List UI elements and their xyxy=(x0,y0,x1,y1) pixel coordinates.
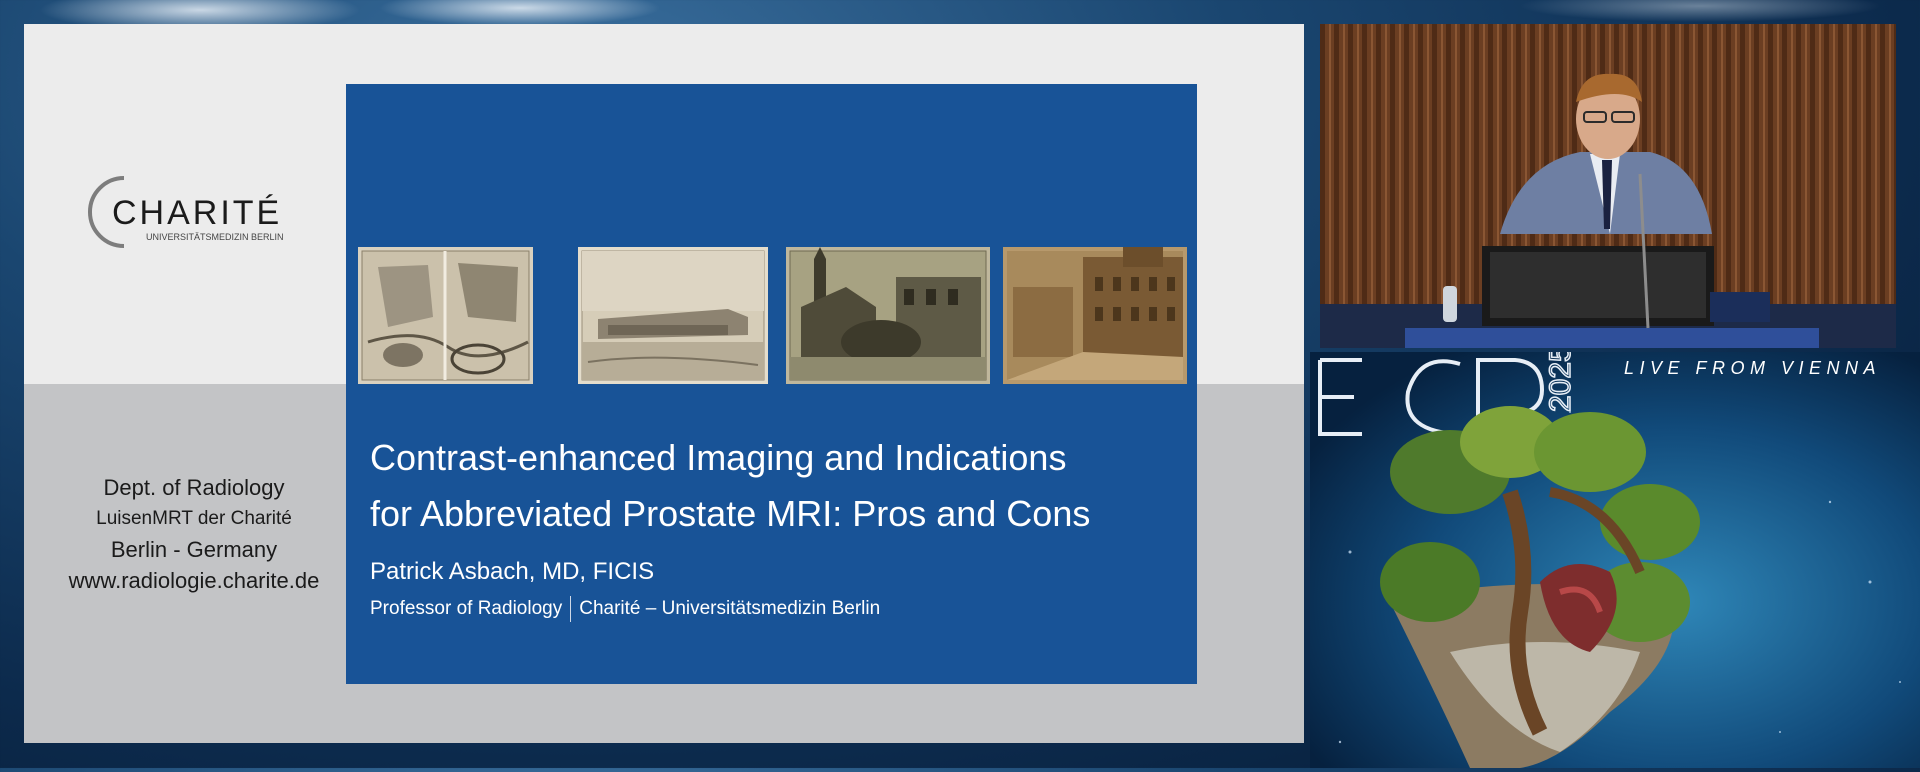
department-location: Berlin - Germany xyxy=(110,537,278,562)
charite-logo-mark: CHARITÉ UNIVERSITÄTSMEDIZIN BERLIN xyxy=(88,176,284,248)
department-line: Dept. of Radiology xyxy=(103,475,285,500)
svg-text:CHARITÉ: CHARITÉ xyxy=(112,194,282,232)
author-institution: Charité – Universitätsmedizin Berlin xyxy=(579,598,881,619)
ecr-branding-graphic: ECR 2025 xyxy=(1310,345,1920,768)
ecr-branding: ECR 2025 xyxy=(1310,345,1920,768)
historic-street-photo xyxy=(1003,247,1187,384)
department-unit: LuisenMRT der Charité xyxy=(96,508,292,529)
historic-photos-strip xyxy=(358,247,1188,384)
department-info: Dept. of Radiology LuisenMRT der Charité… xyxy=(24,472,364,596)
historic-map-photo xyxy=(358,247,533,384)
live-from-vienna-tagline: LIVE FROM VIENNA xyxy=(1624,358,1882,378)
historic-church-photo xyxy=(786,247,990,384)
department-website: www.radiologie.charite.de xyxy=(68,568,320,593)
affiliation-separator xyxy=(570,596,572,622)
author-affiliation: Professor of Radiology Charité – Univers… xyxy=(370,596,880,622)
historic-building-photo xyxy=(578,247,768,384)
slide-title-line: for Abbreviated Prostate MRI: Pros and C… xyxy=(370,493,1091,534)
author-role: Professor of Radiology xyxy=(370,598,563,619)
speaker-video-frame xyxy=(1320,24,1896,348)
author-name: Patrick Asbach, MD, FICIS xyxy=(370,558,655,585)
svg-text:UNIVERSITÄTSMEDIZIN BERLIN: UNIVERSITÄTSMEDIZIN BERLIN xyxy=(146,232,284,242)
title-panel: Contrast-enhanced Imaging and Indication… xyxy=(346,84,1197,684)
presentation-slide: CHARITÉ UNIVERSITÄTSMEDIZIN BERLIN Dept.… xyxy=(24,24,1304,743)
slide-title: Contrast-enhanced Imaging and Indication… xyxy=(370,430,1180,542)
event-year: 2025 xyxy=(1544,352,1577,412)
speaker-video xyxy=(1320,24,1896,348)
slide-title-line: Contrast-enhanced Imaging and Indication… xyxy=(370,437,1067,478)
charite-logo: CHARITÉ UNIVERSITÄTSMEDIZIN BERLIN xyxy=(84,164,304,254)
